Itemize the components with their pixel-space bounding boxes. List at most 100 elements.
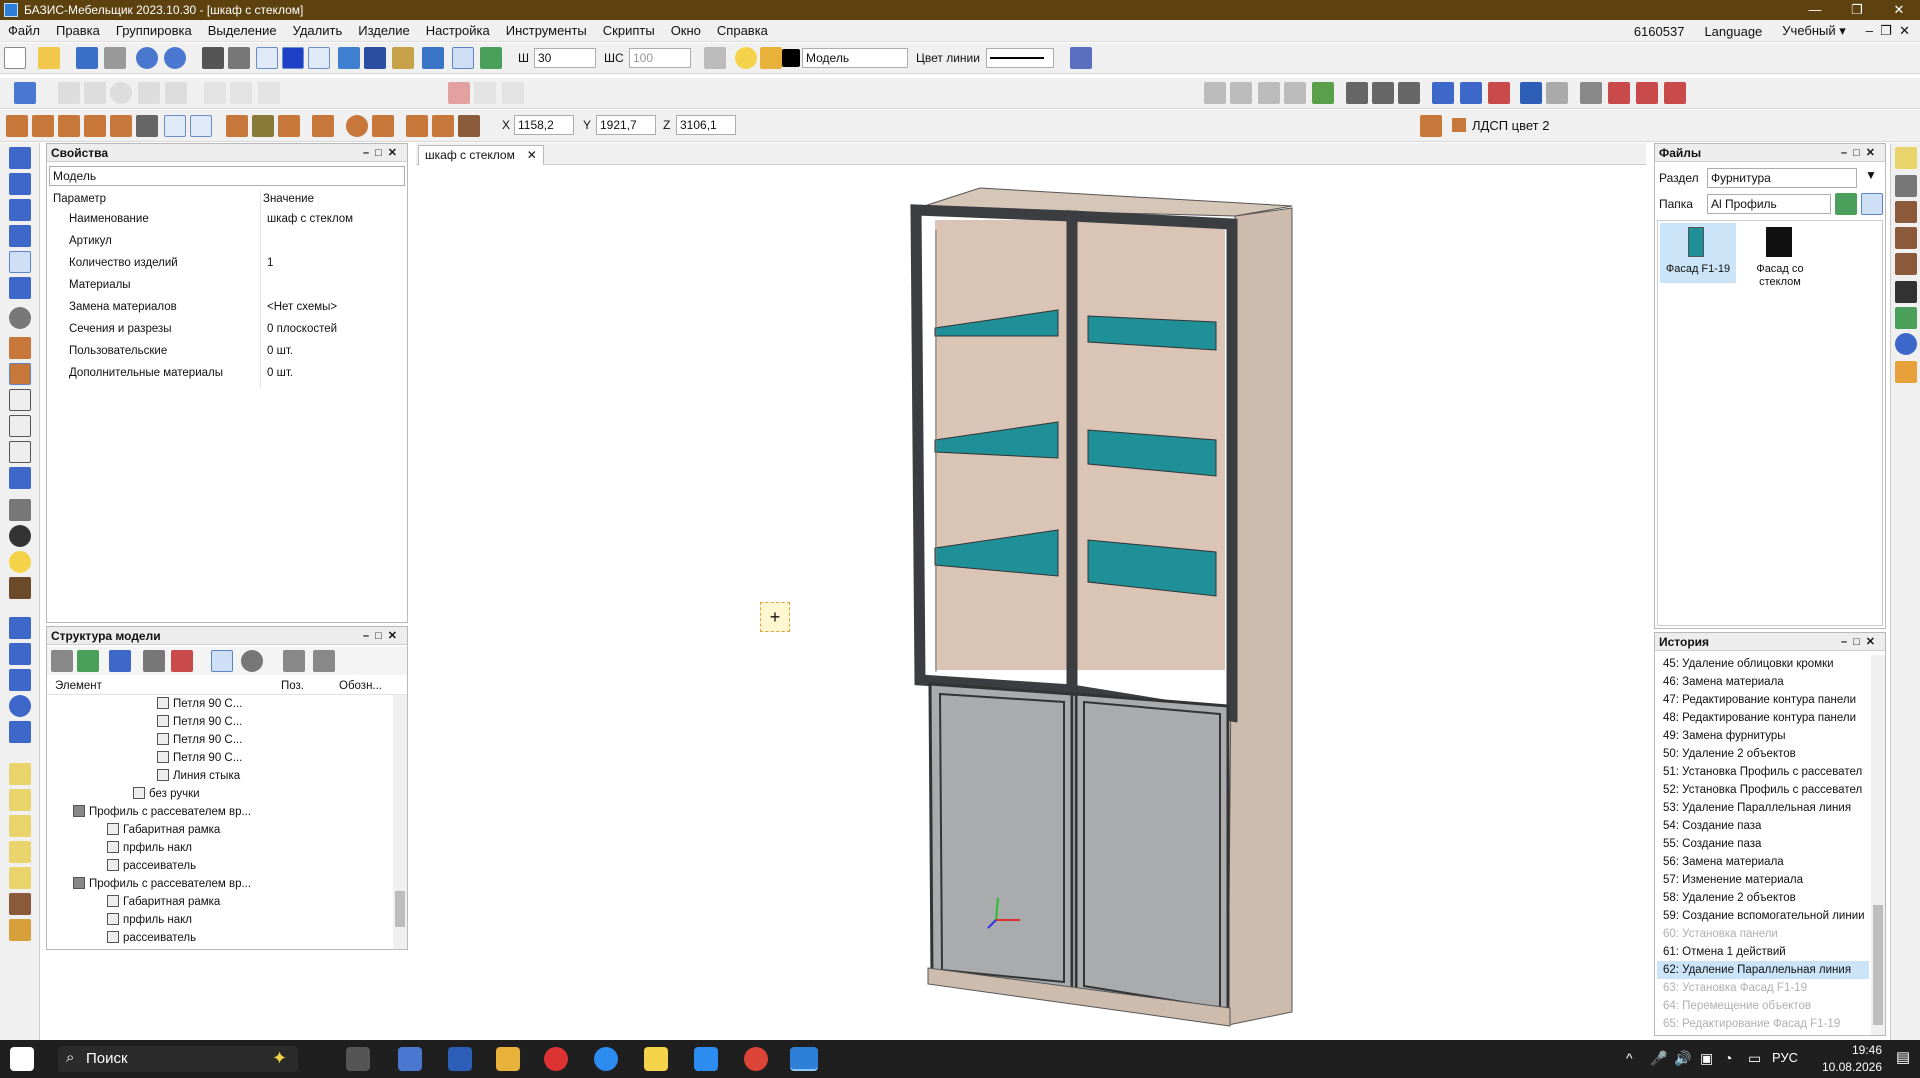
edge-remove-icon[interactable] (1488, 82, 1510, 104)
chrome-icon[interactable] (744, 1047, 768, 1071)
clock-icon[interactable] (9, 525, 31, 547)
menu-help[interactable]: Справка (709, 20, 776, 42)
tree-item[interactable]: рассеиватель (107, 857, 196, 875)
menu-scripts[interactable]: Скрипты (595, 20, 663, 42)
structure-panel-icon[interactable] (9, 763, 31, 785)
polyline-tool-icon[interactable] (84, 82, 106, 104)
select-all-icon[interactable] (480, 47, 502, 69)
materials-panel-icon[interactable] (9, 893, 31, 915)
tree-item[interactable]: Габаритная рамка (107, 821, 220, 839)
history-item[interactable]: 45: Удаление облицовки кромки (1663, 655, 1834, 673)
ws-field[interactable]: 100 (629, 48, 691, 68)
history-item[interactable]: 62: Удаление Параллельная линия (1657, 961, 1869, 979)
extrude-icon[interactable] (406, 115, 428, 137)
prop-row-custom[interactable]: Пользовательские 0 шт. (47, 340, 407, 362)
book-tool-icon[interactable] (1608, 82, 1630, 104)
box-icon[interactable] (432, 115, 454, 137)
tree-item[interactable]: Петля 90 С... (157, 749, 242, 767)
camera-icon[interactable] (9, 499, 31, 521)
mirror-tool-icon[interactable] (204, 82, 226, 104)
render-shaded-icon[interactable] (9, 363, 31, 385)
panel-controls[interactable]: –□✕ (363, 627, 403, 645)
prop-row-extra-materials[interactable]: Дополнительные материалы 0 шт. (47, 362, 407, 384)
bazis-app-icon[interactable] (790, 1047, 818, 1071)
mode-menu[interactable]: Учебный ▾ (1772, 23, 1855, 39)
refresh-icon[interactable] (1312, 82, 1334, 104)
x-coord-field[interactable]: 1158,2 (514, 115, 574, 135)
list-view-icon[interactable] (283, 650, 305, 672)
select-cross-icon[interactable] (452, 47, 474, 69)
panel-vertical-icon[interactable] (32, 115, 54, 137)
prop-row-materials[interactable]: Материалы (47, 274, 407, 296)
prop-row-quantity[interactable]: Количество изделий 1 (47, 252, 407, 274)
open-folder-icon[interactable] (38, 47, 60, 69)
report-icon[interactable] (1895, 307, 1917, 329)
cabinet-icon[interactable] (458, 115, 480, 137)
array-tool-icon[interactable] (258, 82, 280, 104)
line-style-select[interactable] (986, 48, 1054, 68)
light-bulb-icon[interactable] (735, 47, 757, 69)
tree-item[interactable]: Петля 90 С... (157, 713, 242, 731)
history-item[interactable]: 55: Создание паза (1663, 835, 1761, 853)
add-icon[interactable] (77, 650, 99, 672)
book-delete-icon[interactable] (1664, 82, 1686, 104)
export-icon[interactable] (1284, 82, 1306, 104)
layer-select[interactable]: Модель (802, 48, 908, 68)
minimize-button[interactable]: — (1794, 0, 1836, 20)
cone-icon[interactable] (372, 115, 394, 137)
file-item-f1-19[interactable]: Фасад F1-19 (1660, 223, 1736, 283)
panel-bent-icon[interactable] (110, 115, 132, 137)
y-coord-field[interactable]: 1921,7 (596, 115, 656, 135)
history-item[interactable]: 54: Создание паза (1663, 817, 1761, 835)
history-scrollbar[interactable] (1871, 655, 1885, 1035)
width-field[interactable]: 30 (534, 48, 596, 68)
panel-controls[interactable]: –□✕ (363, 144, 403, 162)
leg-tool-icon[interactable] (1895, 227, 1917, 249)
zoom-window-icon[interactable] (9, 617, 31, 639)
view-top-icon[interactable] (9, 251, 31, 273)
panel-controls[interactable]: –□✕ (1841, 633, 1881, 651)
restore-button[interactable]: ❐ (1836, 0, 1878, 20)
zoom-app-icon[interactable] (594, 1047, 618, 1071)
notification-icon[interactable]: ▤ (1896, 1048, 1910, 1066)
material-name[interactable]: ЛДСП цвет 2 (1472, 116, 1549, 136)
messenger-icon[interactable] (694, 1047, 718, 1071)
calculator-icon[interactable] (398, 1047, 422, 1071)
tree-item[interactable]: Габаритная рамка (107, 893, 220, 911)
line-tool-icon[interactable] (58, 82, 80, 104)
properties-panel-icon[interactable] (9, 789, 31, 811)
monitor-icon[interactable]: ▭ (1748, 1050, 1761, 1067)
cut-icon[interactable] (1895, 175, 1917, 197)
history-item[interactable]: 52: Установка Профиль с рассевател (1663, 781, 1862, 799)
snap-line-icon[interactable] (308, 47, 330, 69)
layer-lines-icon[interactable] (704, 47, 726, 69)
orbit-icon[interactable] (9, 307, 31, 329)
display-icon[interactable]: ▣ (1700, 1050, 1713, 1067)
history-item[interactable]: 61: Отмена 1 действий (1663, 943, 1786, 961)
bent-profile-icon[interactable] (278, 115, 300, 137)
folder-search-icon[interactable] (1861, 193, 1883, 215)
explorer-icon[interactable] (496, 1047, 520, 1071)
zoom-all-icon[interactable] (9, 643, 31, 665)
export-csv-icon[interactable] (1258, 82, 1280, 104)
viewport-3d[interactable]: + (416, 166, 1646, 1040)
folder-select[interactable]: Al Профиль (1707, 194, 1831, 214)
tree-item[interactable]: Петля 90 С... (157, 731, 242, 749)
edge-add-icon[interactable] (1460, 82, 1482, 104)
menu-file[interactable]: Файл (0, 20, 48, 42)
menu-product[interactable]: Изделие (350, 20, 417, 42)
tree-item[interactable]: рассеиватель (107, 929, 196, 947)
render-hidden-icon[interactable] (9, 415, 31, 437)
profile-icon[interactable] (226, 115, 248, 137)
history-item[interactable]: 58: Удаление 2 объектов (1663, 889, 1796, 907)
sum-icon[interactable] (1895, 281, 1917, 303)
circle-tool-icon[interactable] (110, 82, 132, 104)
material-panel-icon[interactable] (1420, 115, 1442, 137)
group-icon[interactable] (313, 650, 335, 672)
view-front-icon[interactable] (1204, 82, 1226, 104)
render-edges-icon[interactable] (9, 441, 31, 463)
history-item[interactable]: 59: Создание вспомогательной линии (1663, 907, 1865, 925)
view-left-icon[interactable] (9, 199, 31, 221)
panel-orient-v-icon[interactable] (164, 115, 186, 137)
tab-close-icon[interactable]: ✕ (527, 146, 537, 164)
